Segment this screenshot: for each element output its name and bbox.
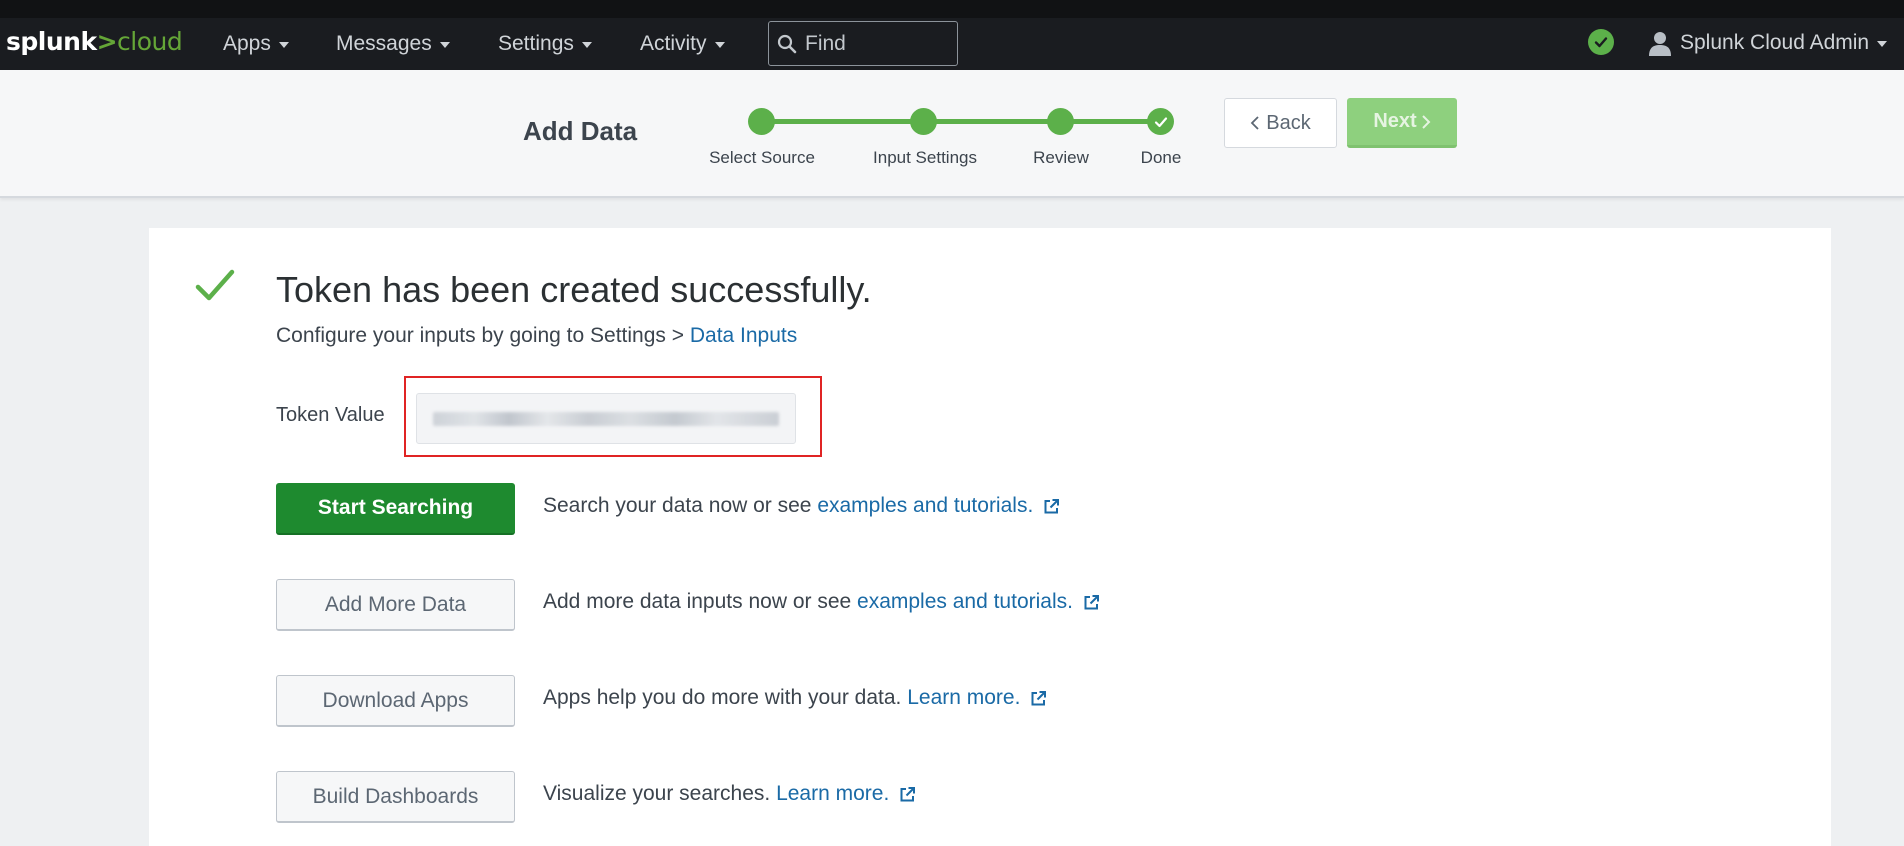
success-subtitle: Configure your inputs by going to Settin…	[276, 324, 797, 348]
success-checkmark-icon	[195, 269, 235, 301]
build-dashboards-button[interactable]: Build Dashboards	[276, 771, 515, 823]
learn-more-link[interactable]: Learn more.	[776, 782, 889, 806]
caret-down-icon	[278, 42, 289, 48]
step-label-input-settings: Input Settings	[873, 148, 977, 167]
user-account-menu[interactable]: Splunk Cloud Admin	[1648, 29, 1888, 57]
step-connector	[1060, 119, 1160, 124]
step-dot-review	[1047, 108, 1074, 135]
settings-menu-label: Settings	[498, 32, 574, 55]
caret-down-icon	[1877, 41, 1888, 47]
success-title: Token has been created successfully.	[276, 269, 872, 310]
check-icon	[1594, 37, 1608, 48]
caret-down-icon	[439, 42, 450, 48]
user-name-label: Splunk Cloud Admin	[1680, 31, 1870, 54]
chevron-right-icon	[1421, 114, 1431, 129]
back-button[interactable]: Back	[1224, 98, 1337, 148]
caret-down-icon	[714, 42, 725, 48]
logo-cloud-text: cloud	[117, 27, 183, 56]
settings-menu[interactable]: Settings	[498, 31, 592, 57]
subtitle-text: Configure your inputs by going to Settin…	[276, 324, 690, 347]
step-dot-done	[1147, 108, 1174, 135]
logo-gt-text: >	[96, 27, 118, 56]
step-connector	[761, 119, 923, 124]
examples-tutorials-link[interactable]: examples and tutorials.	[817, 494, 1033, 518]
add-more-data-button[interactable]: Add More Data	[276, 579, 515, 631]
health-status-check-icon[interactable]	[1588, 29, 1614, 55]
token-value-field[interactable]	[416, 393, 796, 444]
add-data-wizard-header: Add Data Select Source Input Settings Re…	[0, 70, 1904, 198]
step-label-done: Done	[1140, 148, 1182, 167]
back-button-label: Back	[1266, 111, 1311, 134]
add-more-data-description: Add more data inputs now or see examples…	[543, 590, 1100, 614]
user-icon	[1649, 32, 1671, 56]
apps-menu[interactable]: Apps	[223, 31, 289, 57]
download-apps-button[interactable]: Download Apps	[276, 675, 515, 727]
examples-tutorials-link[interactable]: examples and tutorials.	[857, 590, 1073, 614]
learn-more-link[interactable]: Learn more.	[907, 686, 1020, 710]
apps-menu-label: Apps	[223, 32, 271, 55]
data-inputs-link[interactable]: Data Inputs	[690, 324, 797, 347]
logo-brand-text: splunk	[6, 27, 97, 56]
start-searching-description: Search your data now or see examples and…	[543, 494, 1060, 518]
caret-down-icon	[581, 42, 592, 48]
messages-menu[interactable]: Messages	[336, 31, 450, 57]
next-button[interactable]: Next	[1347, 98, 1457, 148]
external-link-icon[interactable]	[899, 786, 916, 803]
search-icon	[777, 34, 797, 53]
external-link-icon[interactable]	[1030, 690, 1047, 707]
download-apps-description: Apps help you do more with your data. Le…	[543, 686, 1047, 710]
step-dot-select-source	[748, 108, 775, 135]
action-text: Add more data inputs now or see	[543, 590, 858, 613]
chevron-left-icon	[1250, 116, 1259, 130]
splunk-cloud-logo[interactable]: splunk>cloud	[6, 27, 183, 56]
activity-menu-label: Activity	[640, 32, 707, 55]
action-text: Visualize your searches.	[543, 782, 777, 805]
find-search-input[interactable]: Find	[768, 21, 958, 66]
start-searching-button[interactable]: Start Searching	[276, 483, 515, 535]
action-text: Apps help you do more with your data.	[543, 686, 908, 709]
build-dashboards-description: Visualize your searches. Learn more.	[543, 782, 916, 806]
action-text: Search your data now or see	[543, 494, 818, 517]
step-dot-input-settings	[910, 108, 937, 135]
find-placeholder: Find	[805, 31, 846, 55]
external-link-icon[interactable]	[1043, 498, 1060, 515]
step-label-review: Review	[1033, 148, 1089, 167]
step-connector	[923, 119, 1060, 124]
next-button-label: Next	[1373, 110, 1417, 132]
messages-menu-label: Messages	[336, 32, 432, 55]
token-value-label: Token Value	[276, 404, 385, 426]
redacted-token	[433, 411, 779, 426]
page-title: Add Data	[523, 116, 638, 146]
top-navigation-bar: splunk>cloud Apps Messages Settings Acti…	[0, 0, 1904, 70]
step-label-select-source: Select Source	[709, 148, 815, 167]
external-link-icon[interactable]	[1083, 594, 1100, 611]
check-icon	[1154, 116, 1167, 127]
activity-menu[interactable]: Activity	[640, 31, 725, 57]
content-panel: Token has been created successfully. Con…	[149, 228, 1831, 846]
